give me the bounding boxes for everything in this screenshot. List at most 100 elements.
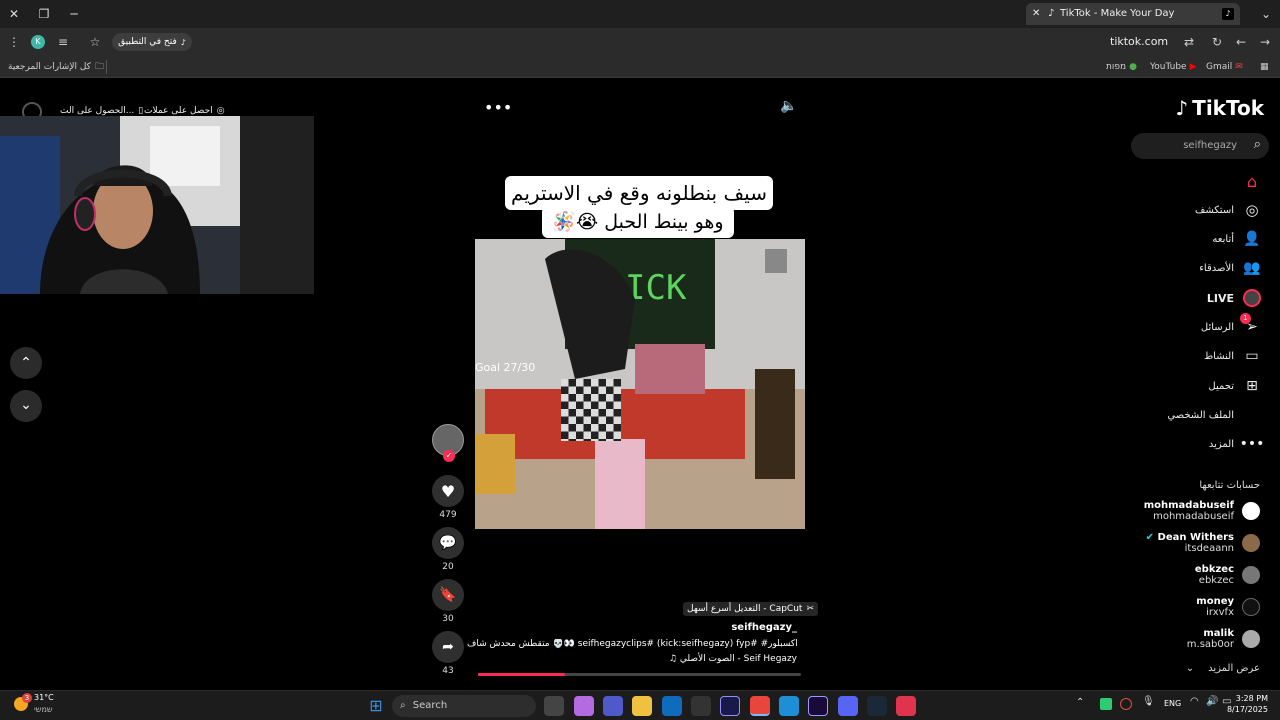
store-icon[interactable] xyxy=(662,696,682,716)
url-text[interactable]: tiktok.com xyxy=(1110,35,1168,48)
get-app-button[interactable]: الحصول على الت... ▯ xyxy=(60,106,143,116)
steam-icon[interactable] xyxy=(867,696,887,716)
sidebar-item-following[interactable]: 👤 أتابعه xyxy=(1102,228,1262,250)
forward-arrow-icon[interactable]: → xyxy=(1256,33,1274,51)
capcut-icon: ✂ xyxy=(806,604,814,614)
clock-time[interactable]: 3:28 PM xyxy=(1228,694,1268,703)
discord-icon[interactable] xyxy=(838,696,858,716)
video-caption-line2: وهو بينط الحبل 😭🪅 xyxy=(542,206,734,238)
sidebar-item-profile[interactable]: الملف الشخصي xyxy=(1102,404,1262,426)
sidebar-item-live[interactable]: LIVE xyxy=(1102,287,1262,309)
browser-tab[interactable]: ✕ ♪ TikTok - Make Your Day ♪ xyxy=(1026,3,1240,25)
capcut-badge[interactable]: ✂ CapCut - التعديل أسرع أسهل xyxy=(683,602,818,616)
browser-menu-icon[interactable]: ⋮ xyxy=(5,33,23,51)
copilot-icon[interactable] xyxy=(574,696,594,716)
more-icon: ••• xyxy=(1239,436,1265,452)
bookmark-label: מפות xyxy=(1106,62,1127,72)
tray-network-icon[interactable] xyxy=(1120,698,1132,710)
after-effects-icon[interactable] xyxy=(720,696,740,716)
like-button[interactable]: ♥ xyxy=(432,475,464,507)
open-in-app-button[interactable]: فتح في التطبيق ♪ xyxy=(112,33,192,51)
apps-grid-icon[interactable]: ▦ xyxy=(1260,60,1269,74)
taskbar-search-box[interactable]: ⌕ Search xyxy=(392,695,536,717)
app-icon[interactable] xyxy=(896,696,916,716)
sidebar-item-explore[interactable]: ◎ استكشف xyxy=(1102,199,1262,221)
messages-badge: 1 xyxy=(1240,313,1251,324)
bookmark-gmail[interactable]: Gmail ✉ xyxy=(1206,60,1243,74)
windows-taskbar: 3 31°C שמשי ⊞ ⌕ Search ⌃ 🎙 ENG ◠ 🔊 ▭ 3:2… xyxy=(0,690,1280,720)
sidebar-item-upload[interactable]: ⊞ تحميل xyxy=(1102,375,1262,397)
video-author[interactable]: seifhegazy_ xyxy=(731,622,797,633)
task-view-icon[interactable] xyxy=(544,696,564,716)
taskbar-search-input: Search xyxy=(412,700,448,711)
site-settings-icon[interactable]: ⇄ xyxy=(1180,33,1198,51)
video-player[interactable]: ICK Goal 27/30 xyxy=(475,239,805,529)
bookmark-label: YouTube xyxy=(1150,62,1187,72)
sidebar-item-messages[interactable]: ➢ 1 الرسائل xyxy=(1102,313,1262,338)
save-button[interactable]: 🔖 xyxy=(432,579,464,611)
search-box[interactable]: seifhegazy ⌕ xyxy=(1131,133,1269,159)
restore-window-icon[interactable]: ❐ xyxy=(34,4,54,24)
share-button[interactable]: ➦ xyxy=(432,631,464,663)
volume-icon[interactable]: 🔈 xyxy=(778,98,800,116)
account-name: Dean Withers xyxy=(1157,532,1234,543)
tab-close-icon[interactable]: ✕ xyxy=(1032,3,1040,25)
tiktok-logo[interactable]: ♪ TikTok xyxy=(1175,96,1264,120)
bookmark-maps[interactable]: מפות ● xyxy=(1106,60,1137,74)
minimize-window-icon[interactable]: ─ xyxy=(64,4,84,24)
tiktok-note-icon: ♪ xyxy=(1175,96,1189,120)
reading-list-icon[interactable]: ≡ xyxy=(54,33,72,51)
speaker-icon[interactable]: 🔊 xyxy=(1206,696,1218,707)
bookmark-youtube[interactable]: YouTube ▶ xyxy=(1150,60,1197,74)
sidebar-item-friends[interactable]: 👥 الأصدقاء xyxy=(1102,257,1262,279)
weather-desc: שמשי xyxy=(34,705,53,714)
more-options-icon[interactable]: ••• xyxy=(484,98,512,117)
pixelated-censor xyxy=(561,379,621,441)
bookmark-star-icon[interactable]: ☆ xyxy=(86,33,104,51)
video-frame: ICK xyxy=(475,239,805,529)
back-arrow-icon[interactable]: ← xyxy=(1232,33,1250,51)
file-explorer-icon[interactable] xyxy=(632,696,652,716)
close-window-icon[interactable]: ✕ xyxy=(4,4,24,24)
clock-date[interactable]: 8/17/2025 xyxy=(1222,705,1268,714)
edge-icon[interactable] xyxy=(779,696,799,716)
following-account-item[interactable]: ✔ Dean Withers itsdeaann xyxy=(1080,530,1260,556)
search-input[interactable]: seifhegazy xyxy=(1183,140,1237,151)
show-more-button[interactable]: ⌄ عرض المزيد xyxy=(1186,663,1260,674)
sidebar-item-activity[interactable]: ▭ النشاط xyxy=(1102,345,1262,367)
profile-avatar[interactable]: K xyxy=(31,35,45,49)
search-icon[interactable]: ⌕ xyxy=(1254,137,1261,152)
bookmark-icon: 🔖 xyxy=(439,587,457,603)
weather-temp: 31°C xyxy=(34,693,54,702)
obs-icon[interactable] xyxy=(691,696,711,716)
like-count: 479 xyxy=(439,510,457,520)
tray-mic-icon[interactable]: 🎙 xyxy=(1142,696,1155,707)
tab-search-chevron-icon[interactable]: ⌄ xyxy=(1256,4,1276,24)
video-sound[interactable]: ♫ الصوت الأصلي - Seif Hegazy xyxy=(669,654,797,664)
language-indicator[interactable]: ENG xyxy=(1164,699,1181,708)
previous-video-button[interactable]: ⌃ xyxy=(10,347,42,379)
avatar xyxy=(1242,630,1260,648)
teams-icon[interactable] xyxy=(603,696,623,716)
get-coins-button[interactable]: احصل على عملات ◎ xyxy=(144,106,225,116)
following-account-item[interactable]: money irxvfx xyxy=(1080,594,1260,620)
follow-plus-icon[interactable]: ✓ xyxy=(443,450,455,462)
tray-chevron-up-icon[interactable]: ⌃ xyxy=(1076,697,1084,708)
premiere-icon[interactable] xyxy=(808,696,828,716)
sidebar-item-label: LIVE xyxy=(1206,291,1234,305)
next-video-button[interactable]: ⌄ xyxy=(10,390,42,422)
chrome-icon[interactable] xyxy=(750,696,770,716)
show-more-label: عرض المزيد xyxy=(1208,663,1260,674)
following-account-item[interactable]: mohmadabuseif mohmadabuseif xyxy=(1080,498,1260,524)
sidebar-item-more[interactable]: ••• المزيد xyxy=(1102,433,1265,455)
wifi-icon[interactable]: ◠ xyxy=(1190,696,1199,707)
sidebar-item-home[interactable]: ⌂ xyxy=(1102,170,1262,192)
following-account-item[interactable]: malik m.sab0or xyxy=(1080,626,1260,652)
windows-start-icon[interactable]: ⊞ xyxy=(366,696,386,716)
tray-app-icon[interactable] xyxy=(1100,698,1112,710)
following-account-item[interactable]: ebkzec ebkzec xyxy=(1080,562,1260,588)
video-progress-track[interactable] xyxy=(478,673,801,676)
comment-button[interactable]: 💬 xyxy=(432,527,464,559)
reload-icon[interactable]: ↻ xyxy=(1208,33,1226,51)
all-bookmarks[interactable]: كل الإشارات المرجعية 🗀 xyxy=(8,60,104,74)
